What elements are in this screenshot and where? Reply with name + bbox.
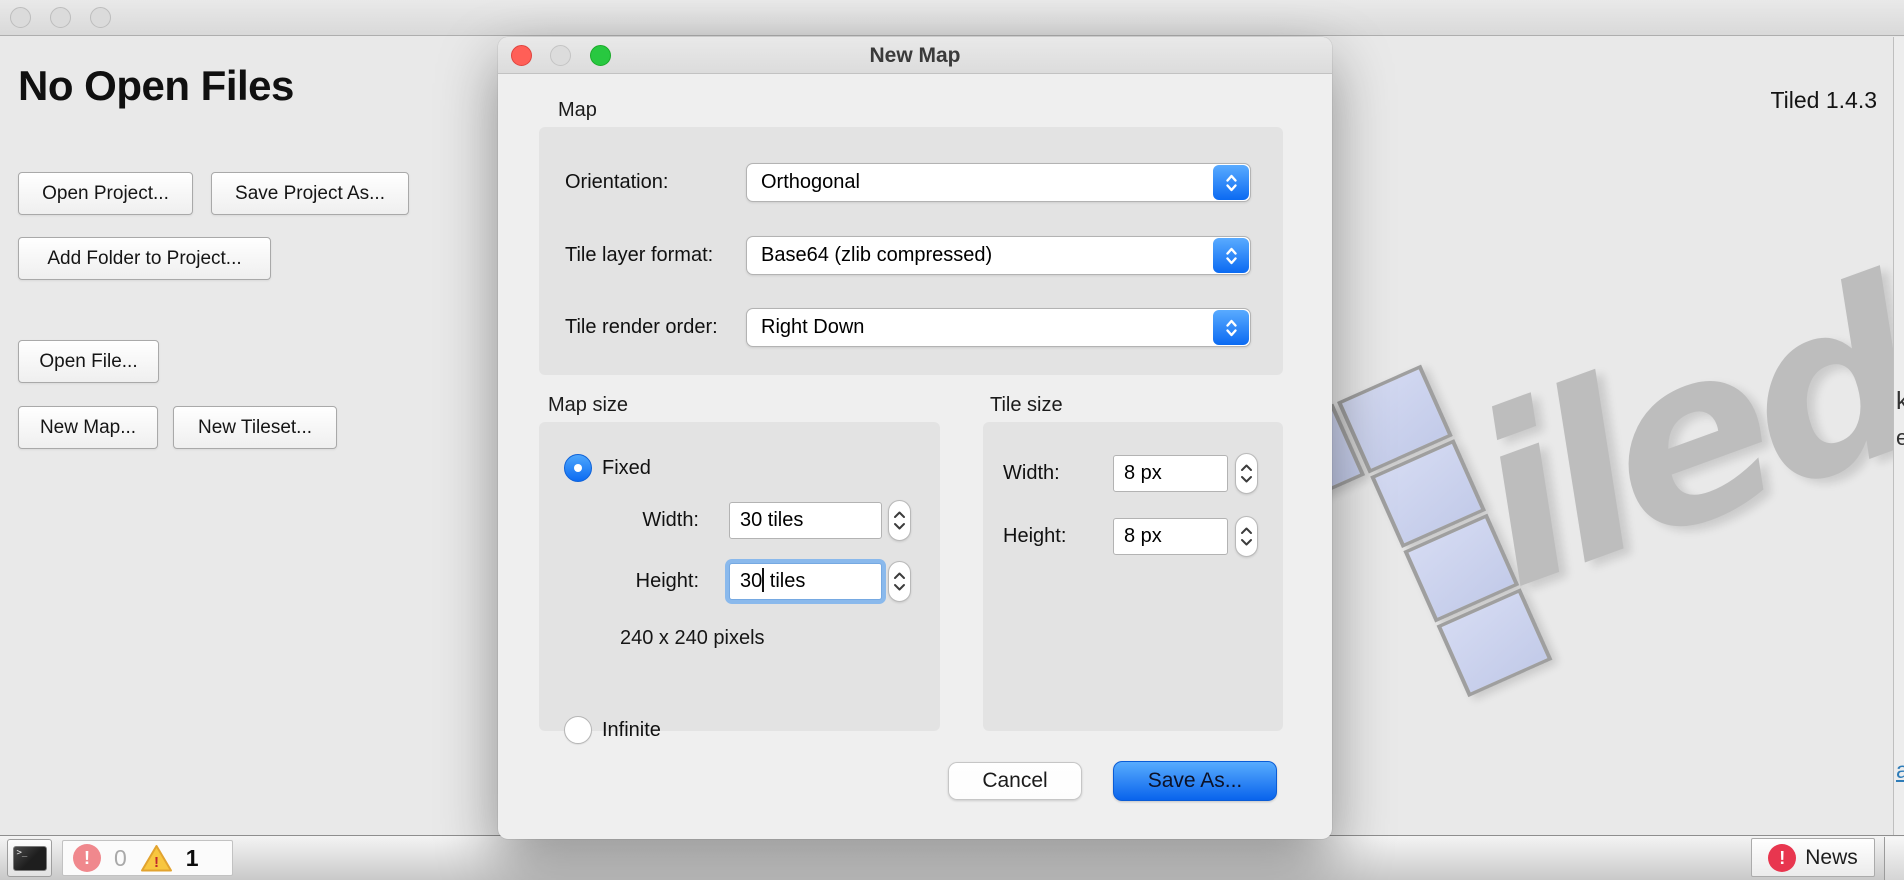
tile-layer-format-select[interactable]: Base64 (zlib compressed) bbox=[746, 236, 1251, 275]
close-icon[interactable] bbox=[10, 7, 31, 28]
map-height-label: Height: bbox=[594, 563, 699, 600]
map-group-label: Map bbox=[558, 99, 597, 122]
tile-render-order-label: Tile render order: bbox=[565, 316, 746, 339]
map-height-value: 30 bbox=[740, 570, 762, 592]
save-project-as-button[interactable]: Save Project As... bbox=[211, 172, 409, 215]
map-height-stepper[interactable] bbox=[888, 561, 911, 602]
dialog-title: New Map bbox=[498, 37, 1332, 74]
news-button[interactable]: ! News bbox=[1751, 838, 1875, 877]
tiled-logo-text: iled bbox=[1448, 257, 1904, 618]
combo-stepper-icon[interactable] bbox=[1213, 238, 1249, 273]
fixed-radio[interactable] bbox=[564, 454, 592, 482]
orientation-label: Orientation: bbox=[565, 171, 746, 194]
main-window-titlebar bbox=[0, 0, 1904, 36]
news-button-label: News bbox=[1805, 846, 1858, 870]
map-width-value: 30 tiles bbox=[740, 509, 803, 531]
open-project-button[interactable]: Open Project... bbox=[18, 172, 193, 215]
tile-height-stepper[interactable] bbox=[1235, 516, 1258, 557]
clipped-link-fragment[interactable]: a bbox=[1896, 757, 1904, 784]
svg-text:!: ! bbox=[154, 854, 159, 871]
tile-width-stepper[interactable] bbox=[1235, 453, 1258, 494]
tile-render-order-select[interactable]: Right Down bbox=[746, 308, 1251, 347]
tile-layer-format-value: Base64 (zlib compressed) bbox=[761, 244, 992, 266]
zoom-icon[interactable] bbox=[590, 45, 611, 66]
status-bar-edge bbox=[1885, 837, 1904, 880]
divider bbox=[1884, 837, 1885, 880]
close-icon[interactable] bbox=[511, 45, 532, 66]
warning-icon: ! bbox=[140, 844, 173, 873]
map-width-input[interactable]: 30 tiles bbox=[729, 502, 882, 539]
version-label: Tiled 1.4.3 bbox=[1770, 87, 1877, 114]
news-badge-icon: ! bbox=[1768, 844, 1796, 872]
minimize-icon[interactable] bbox=[50, 7, 71, 28]
tile-height-value: 8 px bbox=[1124, 525, 1162, 547]
dialog-titlebar[interactable]: New Map bbox=[498, 37, 1332, 74]
map-pixel-dimensions: 240 x 240 pixels bbox=[620, 627, 765, 650]
map-width-stepper[interactable] bbox=[888, 500, 911, 541]
tile-width-input[interactable]: 8 px bbox=[1113, 455, 1228, 492]
issues-counter[interactable]: ! 0 ! 1 bbox=[62, 840, 233, 876]
open-file-button[interactable]: Open File... bbox=[18, 340, 159, 383]
tile-width-value: 8 px bbox=[1124, 462, 1162, 484]
tile-width-label: Width: bbox=[1003, 455, 1093, 492]
combo-stepper-icon[interactable] bbox=[1213, 310, 1249, 345]
map-height-suffix: tiles bbox=[764, 570, 805, 592]
status-bar: >_ ! 0 ! 1 ! News bbox=[0, 835, 1904, 880]
tile-size-group-label: Tile size bbox=[990, 394, 1063, 417]
zoom-icon[interactable] bbox=[90, 7, 111, 28]
new-map-dialog: New Map Map Orientation: Orthogonal Tile… bbox=[498, 37, 1332, 839]
map-size-group-label: Map size bbox=[548, 394, 628, 417]
orientation-select[interactable]: Orthogonal bbox=[746, 163, 1251, 202]
news-panel-edge: k e a bbox=[1893, 37, 1904, 835]
map-width-label: Width: bbox=[594, 502, 699, 539]
page-title: No Open Files bbox=[18, 62, 294, 110]
combo-stepper-icon[interactable] bbox=[1213, 165, 1249, 200]
console-toggle-button[interactable]: >_ bbox=[7, 839, 52, 877]
infinite-radio[interactable] bbox=[564, 716, 592, 744]
cancel-button[interactable]: Cancel bbox=[948, 762, 1082, 800]
fixed-radio-label: Fixed bbox=[602, 454, 651, 482]
tile-height-label: Height: bbox=[1003, 518, 1093, 555]
minimize-icon bbox=[550, 45, 571, 66]
tile-render-order-value: Right Down bbox=[761, 316, 864, 338]
clipped-text-fragment: e bbox=[1896, 425, 1904, 451]
warning-count: 1 bbox=[186, 845, 199, 872]
terminal-icon: >_ bbox=[13, 846, 47, 871]
error-icon: ! bbox=[73, 844, 101, 872]
add-folder-to-project-button[interactable]: Add Folder to Project... bbox=[18, 237, 271, 280]
clipped-text-fragment: k bbox=[1896, 387, 1904, 416]
error-count: 0 bbox=[114, 845, 127, 872]
orientation-value: Orthogonal bbox=[761, 171, 860, 193]
map-height-input[interactable]: 30 tiles bbox=[729, 563, 882, 600]
new-map-button[interactable]: New Map... bbox=[18, 406, 158, 449]
save-as-button[interactable]: Save As... bbox=[1113, 761, 1277, 801]
infinite-radio-label: Infinite bbox=[602, 716, 661, 744]
tile-height-input[interactable]: 8 px bbox=[1113, 518, 1228, 555]
new-tileset-button[interactable]: New Tileset... bbox=[173, 406, 337, 449]
tile-layer-format-label: Tile layer format: bbox=[565, 244, 746, 267]
